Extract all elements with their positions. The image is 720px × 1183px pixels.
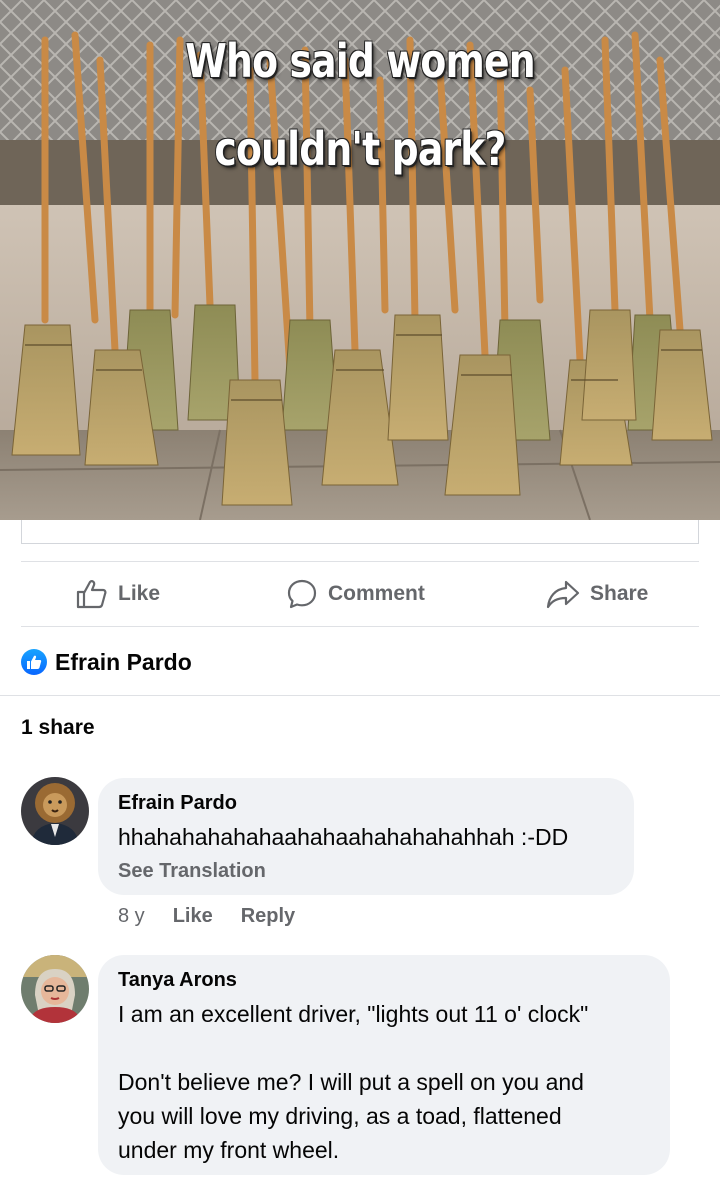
woman-avatar-image: [21, 955, 89, 1023]
comment-text: hhahahahahahaahahaahahahahahhah :-DD: [118, 824, 569, 850]
avatar[interactable]: [21, 955, 89, 1023]
comment-label: Comment: [328, 582, 425, 605]
see-translation-link[interactable]: See Translation: [118, 860, 266, 883]
comment-author[interactable]: Efrain Pardo: [118, 792, 237, 815]
comment-meta: 8 y Like Reply: [118, 905, 323, 928]
meme-caption-line-1: Who said women: [185, 34, 535, 88]
comment-text-line: Don't believe me? I will put a spell on …: [118, 1069, 584, 1095]
thumbs-up-icon: [76, 580, 107, 609]
reactions-summary[interactable]: Efrain Pardo: [21, 645, 192, 679]
comment-button[interactable]: Comment: [286, 562, 425, 626]
lion-avatar-image: [21, 777, 89, 845]
like-label: Like: [118, 582, 161, 605]
comment-text-line: I am an excellent driver, "lights out 11…: [118, 1001, 589, 1027]
like-button[interactable]: Like: [76, 562, 160, 626]
post-action-bar: Like Comment Share: [21, 561, 699, 627]
share-count[interactable]: 1 share: [21, 716, 95, 740]
comment-age: 8 y: [118, 905, 145, 927]
link-preview-box[interactable]: [21, 520, 699, 544]
comment-text-line: under my front wheel.: [118, 1137, 340, 1163]
share-label: Share: [590, 582, 649, 605]
reaction-user-name: Efrain Pardo: [55, 648, 192, 675]
like-reaction-icon: [21, 649, 47, 675]
comment-like-button[interactable]: Like: [173, 905, 213, 928]
share-arrow-icon: [546, 580, 580, 609]
comment-reply-button[interactable]: Reply: [241, 905, 295, 928]
divider: [0, 695, 720, 696]
comment-author[interactable]: Tanya Arons: [118, 969, 237, 992]
comment-bubble: Tanya Arons I am an excellent driver, "l…: [98, 955, 670, 1175]
comment-text-line: you will love my driving, as a toad, fla…: [118, 1103, 562, 1129]
share-button[interactable]: Share: [546, 562, 648, 626]
post-image[interactable]: Who said women couldn't park?: [0, 0, 720, 520]
meme-caption-line-2: couldn't park?: [214, 122, 506, 176]
avatar[interactable]: [21, 777, 89, 845]
comment-bubble-icon: [287, 579, 317, 609]
comment-bubble: Efrain Pardo hhahahahahahaahahaahahahaha…: [98, 778, 634, 895]
